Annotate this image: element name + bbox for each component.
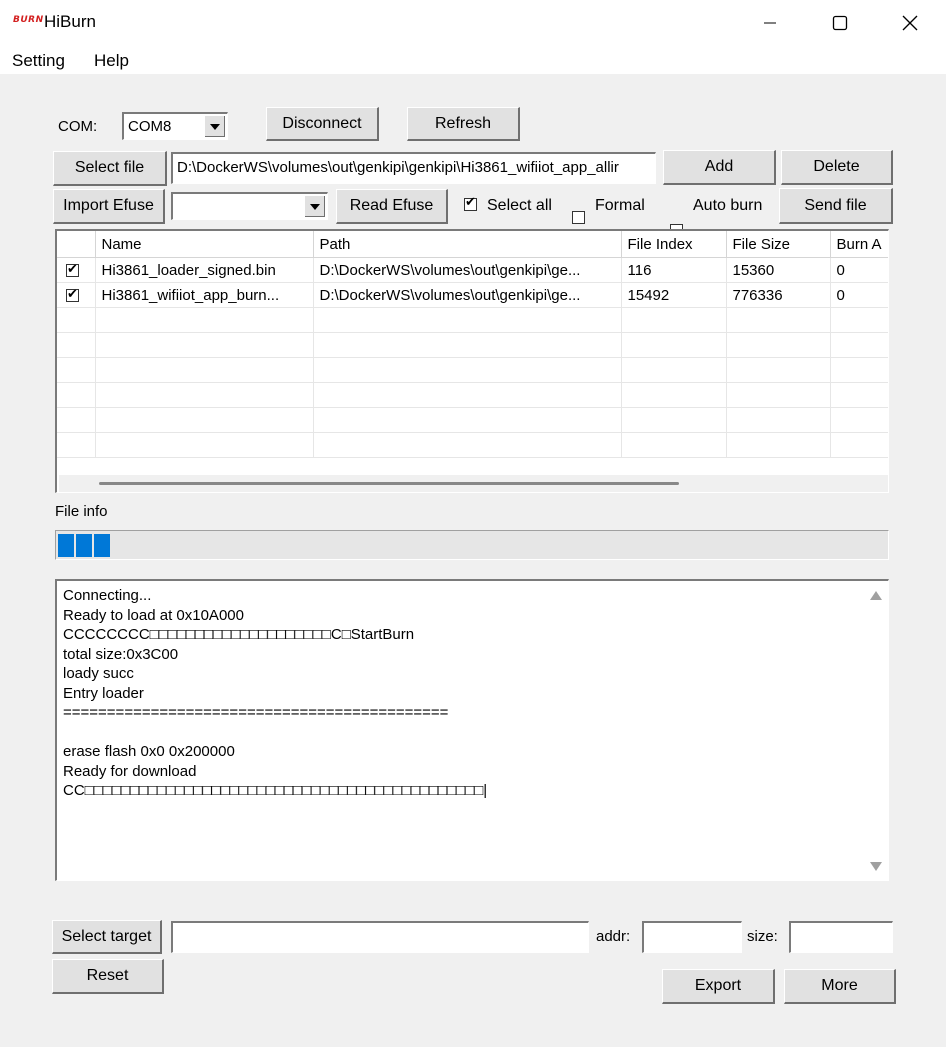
refresh-button[interactable]: Refresh bbox=[407, 107, 520, 141]
log-line: loady succ bbox=[63, 665, 134, 682]
menu-bar bbox=[0, 46, 946, 75]
chevron-down-icon[interactable] bbox=[304, 196, 325, 217]
add-button[interactable]: Add bbox=[663, 150, 776, 185]
title-bar bbox=[0, 0, 946, 46]
maximize-icon bbox=[832, 15, 848, 31]
cell-file-size: 15360 bbox=[726, 257, 831, 283]
select-file-button[interactable]: Select file bbox=[53, 151, 167, 186]
reset-button[interactable]: Reset bbox=[52, 959, 164, 994]
table-header-row: Name Path File Index File Size Burn A bbox=[57, 231, 888, 258]
row-checkbox[interactable] bbox=[66, 286, 79, 302]
empty-row bbox=[57, 332, 888, 358]
minimize-button[interactable] bbox=[736, 0, 804, 46]
cell-file-index: 15492 bbox=[621, 282, 727, 308]
progress-block bbox=[58, 534, 74, 557]
empty-row bbox=[57, 307, 888, 333]
progress-bar bbox=[55, 530, 889, 560]
scroll-down-icon[interactable] bbox=[870, 862, 882, 871]
cell-file-index: 116 bbox=[621, 257, 727, 283]
send-file-button[interactable]: Send file bbox=[779, 188, 893, 224]
log-line: Entry loader bbox=[63, 684, 144, 702]
disconnect-button[interactable]: Disconnect bbox=[266, 107, 379, 141]
row-checkbox[interactable] bbox=[66, 261, 79, 277]
menu-help[interactable]: Help bbox=[94, 51, 129, 71]
maximize-button[interactable] bbox=[806, 0, 874, 46]
column-header-path[interactable]: Path bbox=[313, 231, 622, 258]
file-table: Name Path File Index File Size Burn A Hi… bbox=[55, 229, 889, 493]
empty-row bbox=[57, 382, 888, 408]
select-all-label: Select all bbox=[487, 197, 552, 214]
column-header-file-index[interactable]: File Index bbox=[621, 231, 727, 258]
efuse-select[interactable] bbox=[171, 192, 328, 220]
log-line: erase flash 0x0 0x200000 bbox=[63, 743, 235, 760]
select-target-button[interactable]: Select target bbox=[52, 920, 162, 954]
more-button[interactable]: More bbox=[784, 969, 896, 1004]
chevron-down-icon[interactable] bbox=[204, 116, 225, 137]
column-header-file-size[interactable]: File Size bbox=[726, 231, 831, 258]
column-header-burn-addr[interactable]: Burn A bbox=[830, 231, 888, 258]
horizontal-scrollbar[interactable] bbox=[59, 475, 888, 492]
vertical-scrollbar[interactable] bbox=[864, 581, 888, 880]
com-label: COM: bbox=[58, 118, 98, 135]
menu-setting[interactable]: Setting bbox=[12, 51, 65, 71]
log-output[interactable]: Connecting... Ready to load at 0x10A000 … bbox=[55, 579, 889, 881]
target-path-field[interactable] bbox=[171, 921, 589, 953]
scrollbar-thumb[interactable] bbox=[99, 482, 679, 485]
size-label: size: bbox=[747, 928, 778, 945]
empty-row bbox=[57, 432, 888, 458]
cell-name: Hi3861_loader_signed.bin bbox=[95, 257, 314, 283]
row-checkbox-cell[interactable] bbox=[57, 257, 96, 283]
addr-field[interactable] bbox=[642, 921, 742, 953]
import-efuse-button[interactable]: Import Efuse bbox=[53, 189, 165, 224]
addr-label: addr: bbox=[596, 928, 631, 945]
log-line: Connecting... bbox=[63, 587, 152, 604]
com-select[interactable]: COM8 bbox=[122, 112, 228, 140]
delete-button[interactable]: Delete bbox=[781, 150, 893, 185]
window-title: HiBurn bbox=[44, 12, 96, 31]
formal-label: Formal bbox=[595, 197, 645, 214]
progress-block bbox=[76, 534, 92, 557]
log-line: total size:0x3C00 bbox=[63, 645, 179, 663]
table-row[interactable]: Hi3861_wifiiot_app_burn... D:\DockerWS\v… bbox=[57, 282, 888, 308]
size-field[interactable] bbox=[789, 921, 893, 953]
log-line: CCCCCCCC□□□□□□□□□□□□□□□□□□□□C□StartBurn bbox=[63, 626, 415, 643]
cell-burn-addr: 0 bbox=[830, 282, 888, 308]
file-path-field[interactable]: D:\DockerWS\volumes\out\genkipi\genkipi\… bbox=[171, 152, 656, 184]
cell-path: D:\DockerWS\volumes\out\genkipi\ge... bbox=[313, 257, 622, 283]
log-line: ========================================… bbox=[63, 704, 449, 721]
export-button[interactable]: Export bbox=[662, 969, 775, 1004]
log-line: CC□□□□□□□□□□□□□□□□□□□□□□□□□□□□□□□□□□□□□□… bbox=[63, 782, 488, 799]
log-line: Ready to load at 0x10A000 bbox=[63, 606, 244, 624]
file-info-label: File info bbox=[55, 503, 108, 520]
row-checkbox-cell[interactable] bbox=[57, 282, 96, 308]
log-line: Ready for download bbox=[63, 762, 197, 780]
auto-burn-label: Auto burn bbox=[693, 197, 763, 214]
table-row[interactable]: Hi3861_loader_signed.bin D:\DockerWS\vol… bbox=[57, 257, 888, 283]
cell-file-size: 776336 bbox=[726, 282, 831, 308]
com-select-value: COM8 bbox=[128, 118, 172, 135]
progress-block bbox=[94, 534, 110, 557]
formal-checkbox[interactable] bbox=[572, 211, 585, 224]
file-table-grid: Name Path File Index File Size Burn A Hi… bbox=[57, 231, 888, 458]
select-all-checkbox[interactable] bbox=[464, 195, 477, 211]
minimize-icon bbox=[764, 22, 776, 24]
close-icon bbox=[902, 15, 918, 31]
cell-burn-addr: 0 bbox=[830, 257, 888, 283]
log-lines: Connecting... Ready to load at 0x10A000 … bbox=[63, 586, 487, 801]
cell-name: Hi3861_wifiiot_app_burn... bbox=[95, 282, 314, 308]
close-button[interactable] bbox=[876, 0, 944, 46]
read-efuse-button[interactable]: Read Efuse bbox=[336, 189, 448, 224]
cell-path: D:\DockerWS\volumes\out\genkipi\ge... bbox=[313, 282, 622, 308]
scroll-up-icon[interactable] bbox=[870, 591, 882, 600]
column-header-name[interactable]: Name bbox=[95, 231, 314, 258]
column-header-check[interactable] bbox=[57, 231, 96, 258]
empty-row bbox=[57, 357, 888, 383]
app-logo-icon: BURN bbox=[13, 15, 44, 25]
empty-row bbox=[57, 407, 888, 433]
